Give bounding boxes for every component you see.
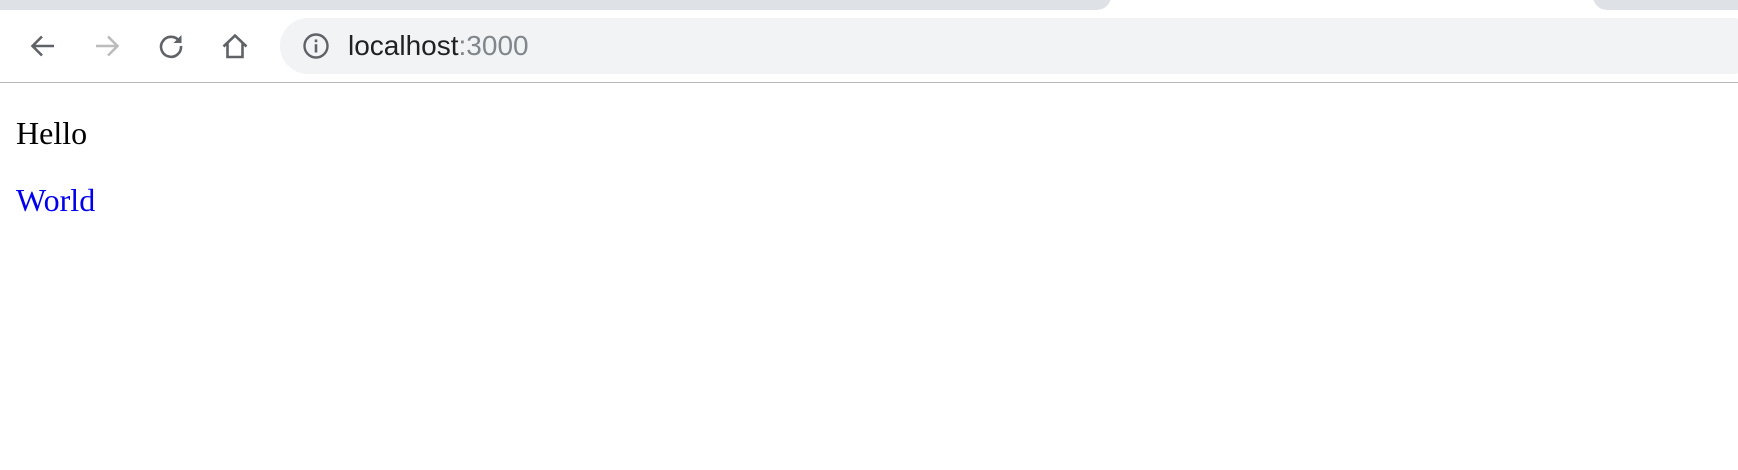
url-host: localhost: [348, 30, 459, 61]
hello-text: Hello: [16, 115, 88, 151]
browser-window: localhost:3000 Hello World: [0, 0, 1738, 470]
inactive-tab[interactable]: [1593, 0, 1738, 10]
arrow-right-icon: [96, 35, 120, 57]
inactive-tab[interactable]: [0, 0, 1111, 10]
browser-toolbar: localhost:3000: [0, 18, 1738, 83]
info-icon: [303, 33, 329, 59]
tab-strip: [0, 0, 1738, 18]
url-text[interactable]: localhost:3000: [348, 28, 529, 64]
back-button[interactable]: [23, 26, 63, 66]
world-link[interactable]: World: [16, 182, 95, 218]
arrow-left-icon: [30, 35, 54, 57]
site-info-button[interactable]: [302, 32, 330, 60]
address-bar[interactable]: localhost:3000: [280, 18, 1738, 74]
page-content: Hello World: [0, 83, 1738, 470]
reload-icon: [159, 35, 183, 59]
home-button[interactable]: [215, 26, 255, 66]
home-icon: [222, 33, 248, 59]
reload-button[interactable]: [151, 26, 191, 66]
url-port: :3000: [458, 30, 529, 61]
forward-button[interactable]: [87, 26, 127, 66]
